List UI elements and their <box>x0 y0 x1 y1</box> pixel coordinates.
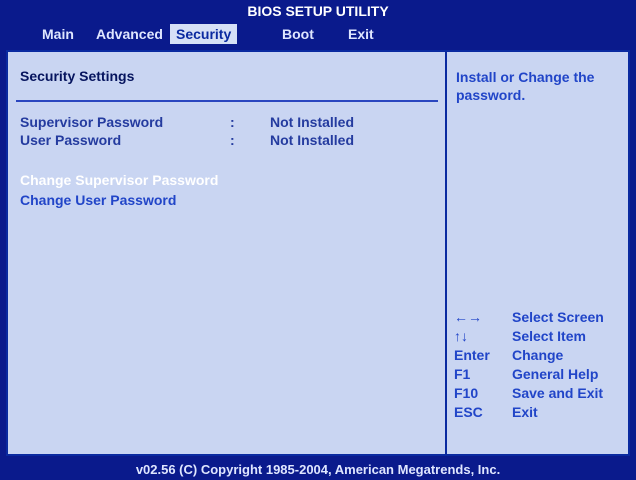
app-title: BIOS SETUP UTILITY <box>247 3 389 19</box>
main-panel: Security Settings Supervisor Password : … <box>6 50 630 456</box>
tab-exit[interactable]: Exit <box>342 24 380 44</box>
row-label: User Password <box>20 132 122 148</box>
key-row: ESC Exit <box>454 403 626 422</box>
arrows-left-right-icon: ←→ <box>454 309 482 325</box>
copyright-footer: v02.56 (C) Copyright 1985-2004, American… <box>135 462 501 477</box>
key-row: F10 Save and Exit <box>454 384 626 403</box>
tab-security[interactable]: Security <box>170 24 238 44</box>
tab-advanced[interactable]: Advanced <box>90 24 169 44</box>
change-supervisor-password-item[interactable]: Change Supervisor Password <box>20 172 218 188</box>
section-title: Security Settings <box>20 68 135 84</box>
row-label: Supervisor Password <box>20 114 164 130</box>
change-user-password-item[interactable]: Change User Password <box>20 192 176 208</box>
key-desc: Select Item <box>512 328 586 344</box>
key-row: ↑↓ Select Item <box>454 327 626 346</box>
panel-divider <box>445 52 447 454</box>
key-row: F1 General Help <box>454 365 626 384</box>
key-desc: Select Screen <box>512 309 604 325</box>
key-name: ESC <box>454 404 483 420</box>
row-colon: : <box>230 132 235 148</box>
key-name: Enter <box>454 347 490 363</box>
row-colon: : <box>230 114 235 130</box>
key-name: F1 <box>454 366 471 382</box>
key-row: Enter Change <box>454 346 626 365</box>
key-legend: ←→ Select Screen ↑↓ Select Item Enter Ch… <box>454 308 626 422</box>
section-rule <box>16 100 438 102</box>
key-name: F10 <box>454 385 479 401</box>
tab-main[interactable]: Main <box>36 24 80 44</box>
tab-boot[interactable]: Boot <box>276 24 320 44</box>
key-desc: General Help <box>512 366 599 382</box>
key-desc: Change <box>512 347 564 363</box>
row-value: Not Installed <box>270 132 355 148</box>
key-desc: Exit <box>512 404 538 420</box>
key-row: ←→ Select Screen <box>454 308 626 327</box>
key-desc: Save and Exit <box>512 385 604 401</box>
arrows-up-down-icon: ↑↓ <box>454 328 468 344</box>
help-text: Install or Change the password. <box>456 69 595 103</box>
row-value: Not Installed <box>270 114 355 130</box>
menu-bar: Main Advanced Security Boot Exit <box>0 22 636 46</box>
